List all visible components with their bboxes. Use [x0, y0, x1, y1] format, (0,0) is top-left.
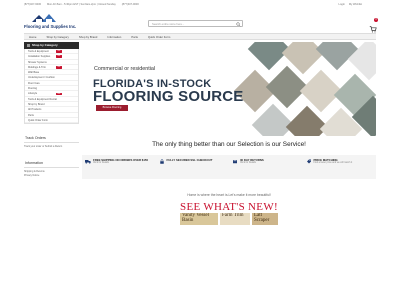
- category-list: Tools & Equipment Hot Installation Suppli…: [24, 49, 79, 125]
- cart-count-badge: 0: [374, 18, 378, 22]
- hero-banner[interactable]: Commercial or residential FLORIDA'S IN-S…: [82, 42, 376, 136]
- truck-icon: [85, 160, 91, 164]
- product-thumbnail[interactable]: Latt Scraper: [252, 213, 278, 225]
- login-link[interactable]: Login: [339, 3, 345, 6]
- category-label: Flooring: [28, 87, 38, 91]
- wishlist-link[interactable]: My Wishlist: [349, 3, 362, 6]
- phone-text-secondary[interactable]: (877)407-9030: [122, 3, 139, 6]
- privacy-notice-link[interactable]: Privacy Notice: [24, 174, 79, 178]
- account-links: Login My Wishlist: [339, 3, 362, 6]
- track-orders-block: Track Orders Track your order or Submit …: [24, 136, 79, 148]
- category-header[interactable]: Shop by Category: [24, 42, 79, 49]
- hot-badge: Hot: [56, 50, 62, 53]
- feature-subtitle: Find a lower price and we will match it: [313, 162, 353, 165]
- price-tag-icon: [306, 159, 311, 164]
- category-label: Quick Order Form: [28, 118, 49, 122]
- feature-secure-checkout[interactable]: FULLY SECURED SSL CHECKOUT: [156, 155, 230, 179]
- nav-quick-order-form[interactable]: Quick Order Form: [143, 35, 175, 39]
- home-message: Home is where the heart is.Let's make it…: [187, 193, 271, 197]
- category-label: Tools & Equipment Rental: [28, 97, 57, 101]
- hot-badge: Hot: [56, 66, 62, 69]
- search-icon[interactable]: [236, 21, 241, 27]
- nav-shop-by-category[interactable]: Shop by Category: [41, 35, 73, 39]
- category-label: Parts: [28, 113, 34, 117]
- browse-flooring-button[interactable]: Browse Flooring: [96, 105, 128, 111]
- feature-price-matching[interactable]: PRICE MATCHING Find a lower price and we…: [303, 155, 377, 179]
- top-bar: (877)407-9030 Mon-Fri 8am - 5:30pm EST |…: [0, 0, 400, 8]
- product-thumbnail[interactable]: Vanity Vessel Basin: [180, 213, 218, 225]
- track-orders-text[interactable]: Track your order or Submit a Return: [24, 145, 79, 148]
- search-placeholder: Search entire store here...: [152, 22, 185, 26]
- category-label: Tools & Equipment: [28, 50, 49, 53]
- logo-text: Flooring and Supplies Inc.: [24, 24, 77, 29]
- cart-icon: [369, 26, 377, 33]
- hot-badge: Hot: [56, 55, 62, 59]
- banner-headline-2: FLOORING SOURCE: [93, 88, 244, 105]
- category-item[interactable]: Quick Order Form: [25, 118, 78, 124]
- sidebar: Shop by Category Tools & Equipment Hot In…: [24, 42, 79, 178]
- information-title: Information: [24, 161, 79, 168]
- house-logo-icon: [32, 14, 56, 22]
- hot-badge: Hot: [56, 92, 62, 96]
- product-thumbnail-title: Latt Scraper: [254, 213, 270, 223]
- lock-icon: [159, 159, 164, 164]
- product-thumbnail-title: Farm Trim: [222, 213, 244, 218]
- category-label: Lifestyle: [28, 92, 38, 96]
- tile-image: [247, 42, 291, 71]
- product-thumbnail[interactable]: Farm Trim: [220, 213, 250, 225]
- return-icon: [233, 160, 237, 164]
- service-tagline: The only thing better than our Selection…: [152, 141, 306, 148]
- feature-subtitle: Click for Details: [240, 162, 256, 165]
- category-label: Underlayment / Cushion: [28, 76, 55, 80]
- site-header: Flooring and Supplies Inc. Search entire…: [0, 8, 400, 33]
- feature-returns[interactable]: 30 DAY RETURNS Click for Details: [229, 155, 303, 179]
- category-label: Moldings & Trim: [28, 65, 46, 69]
- whats-new-heading: SEE WHAT'S NEW!: [180, 201, 278, 213]
- nav-information[interactable]: Information: [102, 35, 126, 39]
- cart-button[interactable]: 0: [369, 18, 378, 33]
- nav-shop-by-brand[interactable]: Shop by Brand: [74, 35, 103, 39]
- category-label: Wall Base: [28, 71, 40, 75]
- category-label: Shower Systems: [28, 60, 47, 64]
- feature-title: FULLY SECURED SSL CHECKOUT: [166, 158, 213, 162]
- main-nav: Home Shop by Category Shop by Brand Info…: [24, 33, 376, 40]
- menu-icon: [27, 44, 30, 47]
- search-input[interactable]: Search entire store here...: [148, 20, 243, 27]
- category-label: Shop by Brand: [28, 102, 45, 106]
- information-block: Information Shipping & Returns Privacy N…: [24, 161, 79, 178]
- category-label: Installation Supplies: [28, 55, 51, 59]
- feature-free-shipping[interactable]: FREE SHIPPING ON ORDERS OVER $150 Click …: [82, 155, 156, 179]
- nav-parts[interactable]: Parts: [126, 35, 143, 39]
- feature-strip: FREE SHIPPING ON ORDERS OVER $150 Click …: [82, 155, 376, 179]
- nav-home[interactable]: Home: [24, 35, 41, 39]
- contact-info: (877)407-9030 Mon-Fri 8am - 5:30pm EST |…: [24, 3, 139, 6]
- hours-text: Mon-Fri 8am - 5:30pm EST | Sat 9am-2pm |…: [47, 2, 116, 6]
- feature-subtitle: Click for Details: [93, 162, 109, 165]
- site-logo[interactable]: Flooring and Supplies Inc.: [24, 11, 80, 31]
- new-products-strip: Vanity Vessel Basin Farm Trim Latt Scrap…: [154, 213, 304, 225]
- category-label: All Products: [28, 108, 42, 112]
- product-thumbnail-title: Vanity Vessel Basin: [182, 213, 209, 223]
- track-orders-title: Track Orders: [24, 136, 79, 144]
- category-label: Floor Care: [28, 81, 40, 85]
- phone-text[interactable]: (877)407-9030: [24, 3, 41, 6]
- category-title: Shop by Category: [32, 43, 58, 47]
- banner-pretitle: Commercial or residential: [94, 66, 156, 72]
